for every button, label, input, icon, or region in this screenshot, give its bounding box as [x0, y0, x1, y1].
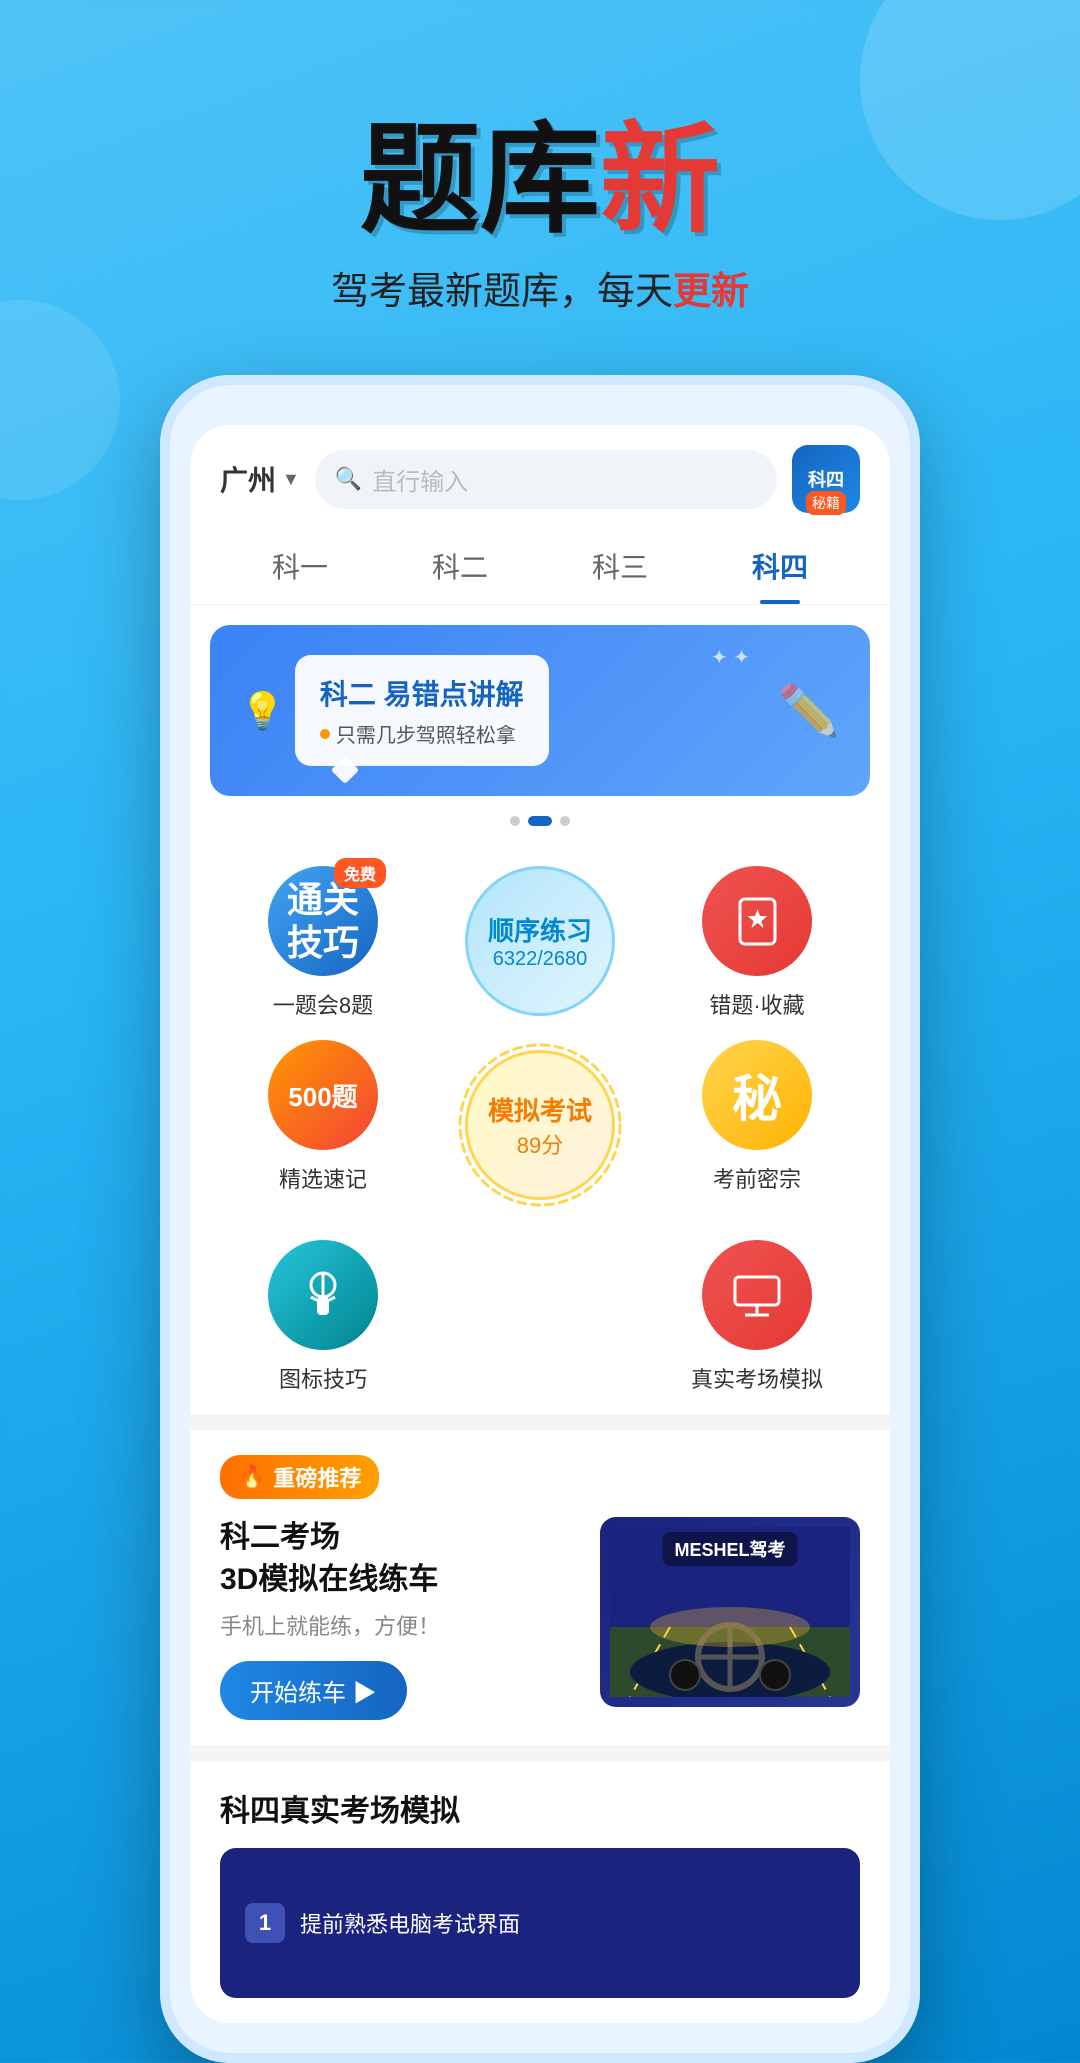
recommend-badge: 🔥 重磅推荐	[220, 1455, 379, 1499]
feature-shunxu[interactable]: 顺序练习 6322/2680	[447, 866, 633, 1016]
feature-tubiao[interactable]: 图标技巧	[230, 1240, 416, 1394]
kesi-badge-text: 科四	[808, 466, 844, 492]
city-selector[interactable]: 广州 ▼	[220, 459, 300, 499]
phone-inner: 广州 ▼ 🔍 直行输入 科四 秘籍 科一 科二	[190, 425, 890, 2023]
car-interior: MESHEL驾考	[600, 1517, 860, 1707]
bookmark-star-icon	[730, 894, 785, 949]
header-area: 题库新 驾考最新题库，每天更新	[0, 0, 1080, 355]
nav-tabs: 科一 科二 科三 科四	[190, 528, 890, 605]
recommend-text-area: 科二考场 3D模拟在线练车 手机上就能练，方便！ 开始练车 ▶	[220, 1517, 575, 1720]
car-brand-label: MESHEL驾考	[662, 1532, 797, 1566]
kaomian-char: 秘	[732, 1059, 782, 1131]
section4: 科四真实考场模拟 1 提前熟悉电脑考试界面	[190, 1745, 890, 2023]
tongguan-label: 一题会8题	[273, 988, 373, 1020]
jingxuan-label: 精选速记	[279, 1162, 367, 1194]
tongguan-text: 通关技巧	[287, 878, 359, 964]
kaomian-icon: 秘	[702, 1040, 812, 1150]
tab-ke2[interactable]: 科二	[380, 528, 540, 604]
section4-num: 1	[245, 1903, 285, 1943]
tongguan-icon: 通关技巧 免费	[268, 866, 378, 976]
seatbelt-icon	[293, 1265, 353, 1325]
search-icon: 🔍	[335, 466, 362, 492]
dot-3	[560, 816, 570, 826]
city-dropdown-arrow: ▼	[282, 469, 300, 490]
search-bar[interactable]: 🔍 直行输入	[315, 450, 777, 509]
zhenshi-label: 真实考场模拟	[691, 1362, 823, 1394]
banner-area[interactable]: 💡 科二 易错点讲解 只需几步驾照轻松拿 ✏️ ✦ ✦	[210, 625, 870, 796]
section-divider-1	[190, 1414, 890, 1430]
city-name: 广州	[220, 459, 276, 499]
dot-2	[528, 816, 552, 826]
feature-row-1: 通关技巧 免费 一题会8题 顺序练习 6322/2680	[190, 836, 890, 1030]
phone-top-bar: 广州 ▼ 🔍 直行输入 科四 秘籍	[190, 425, 890, 528]
banner-stars: ✦ ✦	[711, 645, 750, 670]
tubiao-icon	[268, 1240, 378, 1350]
banner-title: 科二 易错点讲解	[320, 673, 524, 713]
feature-zhenshi[interactable]: 真实考场模拟	[664, 1240, 850, 1394]
banner-decor-icon: ✏️	[778, 681, 840, 740]
lightbulb-icon: 💡	[240, 690, 285, 732]
seq-practice-icon: 顺序练习 6322/2680	[465, 866, 615, 1016]
tab-ke3[interactable]: 科三	[540, 528, 700, 604]
recommend-image: MESHEL驾考	[600, 1517, 860, 1707]
title-black: 题库	[360, 113, 600, 247]
moni-score: 89分	[517, 1128, 563, 1160]
kaomian-label: 考前密宗	[713, 1162, 801, 1194]
banner-dots	[190, 806, 890, 836]
tubiao-label: 图标技巧	[279, 1362, 367, 1394]
section4-title: 科四真实考场模拟	[220, 1786, 860, 1830]
moni-title: 模拟考试	[488, 1091, 592, 1128]
banner-dot	[320, 729, 330, 739]
kesi-badge[interactable]: 科四 秘籍	[792, 445, 860, 513]
phone-wrapper: 广州 ▼ 🔍 直行输入 科四 秘籍 科一 科二	[0, 355, 1080, 2063]
feature-jingxuan[interactable]: 500题 精选速记	[230, 1040, 416, 1194]
section4-text: 提前熟悉电脑考试界面	[300, 1907, 520, 1939]
banner-subtitle: 只需几步驾照轻松拿	[320, 719, 524, 748]
search-input-placeholder: 直行输入	[372, 462, 468, 497]
recommend-desc: 手机上就能练，方便！	[220, 1609, 575, 1641]
feature-moni[interactable]: 模拟考试 89分	[447, 1040, 633, 1210]
seq-count: 6322/2680	[493, 948, 588, 971]
banner-bubble: 科二 易错点讲解 只需几步驾照轻松拿	[295, 655, 549, 766]
seq-title: 顺序练习	[488, 911, 592, 948]
moni-circle: 模拟考试 89分	[465, 1050, 615, 1200]
cuoti-label: 错题·收藏	[709, 988, 804, 1020]
fire-icon: 🔥	[238, 1464, 265, 1490]
moni-wrapper: 模拟考试 89分	[455, 1040, 625, 1210]
section4-preview: 1 提前熟悉电脑考试界面	[220, 1848, 860, 1998]
cuoti-icon	[702, 866, 812, 976]
recommend-title: 科二考场 3D模拟在线练车	[220, 1517, 575, 1601]
feature-cuoti[interactable]: 错题·收藏	[664, 866, 850, 1020]
phone-mockup: 广州 ▼ 🔍 直行输入 科四 秘籍 科一 科二	[160, 375, 920, 2063]
title-red: 新	[600, 113, 720, 247]
recommend-section: 🔥 重磅推荐 科二考场 3D模拟在线练车 手机上就能练，方便！ 开始练车 ▶	[190, 1430, 890, 1745]
tab-ke4[interactable]: 科四	[700, 528, 860, 604]
recommend-card: 科二考场 3D模拟在线练车 手机上就能练，方便！ 开始练车 ▶ MESHEL驾考	[220, 1517, 860, 1720]
dot-1	[510, 816, 520, 826]
tab-ke1[interactable]: 科一	[220, 528, 380, 604]
header-subtitle: 驾考最新题库，每天更新	[0, 260, 1080, 315]
feature-tongguan[interactable]: 通关技巧 免费 一题会8题	[230, 866, 416, 1020]
feature-row-3: 图标技巧 真实考场模拟	[190, 1230, 890, 1414]
start-practice-button[interactable]: 开始练车 ▶	[220, 1661, 407, 1720]
kesi-badge-sublabel: 秘籍	[806, 491, 846, 515]
free-badge: 免费	[334, 858, 386, 888]
feature-row-2: 500题 精选速记 模拟考试 89分	[190, 1030, 890, 1230]
zhenshi-icon	[702, 1240, 812, 1350]
jingxuan-icon: 500题	[268, 1040, 378, 1150]
feature-kaomian[interactable]: 秘 考前密宗	[664, 1040, 850, 1194]
monitor-icon	[727, 1265, 787, 1325]
jingxuan-burst-text: 500题	[288, 1077, 357, 1114]
header-title: 题库新	[0, 120, 1080, 240]
